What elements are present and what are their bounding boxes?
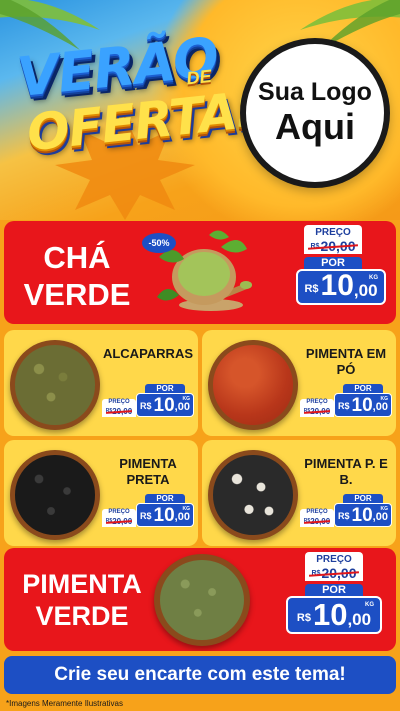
- por-label: POR: [343, 384, 383, 393]
- price-tag: PREÇO R$ 20,00 POR R$ 10 ,00 KG: [102, 494, 194, 527]
- hero-banner: VERÃO DE OFERTAS Sua Logo Aqui: [0, 0, 400, 220]
- por-label: POR: [145, 384, 185, 393]
- green-pepper-image: [159, 559, 245, 641]
- new-price-cents: ,00: [353, 281, 378, 300]
- old-price: R$ 20,00: [304, 238, 362, 254]
- product-card-pimenta-em-po[interactable]: PIMENTA EM PÓ PREÇO R$ 20,00 POR R$ 10 ,…: [202, 330, 396, 436]
- new-price-currency: R$: [338, 401, 350, 411]
- old-price-block: PREÇO R$ 20,00: [300, 509, 334, 527]
- featured-product-cha-verde[interactable]: CHÁ VERDE -50% PREÇO R$ 20,00 POR R$ 10 …: [4, 221, 396, 324]
- new-price-currency: R$: [304, 283, 319, 295]
- new-price: R$ 10 ,00 KG: [296, 269, 386, 305]
- new-price: R$ 10 ,00 KG: [136, 503, 194, 527]
- product-bowl: [10, 340, 100, 430]
- new-price-cents: ,00: [174, 401, 190, 413]
- old-price: R$ 20,00: [305, 565, 363, 581]
- kg-unit: KG: [182, 396, 191, 402]
- old-price: R$ 20,00: [300, 515, 334, 527]
- new-price: R$ 10 ,00 KG: [136, 393, 194, 417]
- new-price-currency: R$: [338, 511, 350, 521]
- new-price-currency: R$: [140, 511, 152, 521]
- old-price-block: PREÇO R$ 20,00: [300, 399, 334, 417]
- new-price-cents: ,00: [347, 610, 372, 629]
- mixed-pepper-image: [213, 455, 293, 535]
- price-tag: PREÇO R$ 20,00 POR R$ 10 ,00 KG: [102, 384, 194, 417]
- old-price: R$ 20,00: [102, 515, 136, 527]
- new-price-block: POR R$ 10 ,00 KG: [334, 494, 392, 527]
- product-bowl: [208, 450, 298, 540]
- create-flyer-cta-button[interactable]: Crie seu encarte com este tema!: [4, 656, 396, 694]
- product-card-pimenta-preta[interactable]: PIMENTA PRETA PREÇO R$ 20,00 POR R$ 10 ,…: [4, 440, 198, 546]
- new-price-integer: 10: [351, 505, 373, 526]
- new-price: R$ 10 ,00 KG: [334, 503, 392, 527]
- new-price: R$ 10 ,00 KG: [286, 596, 382, 634]
- price-tag: PREÇO R$ 20,00 POR R$ 10 ,00 KG: [300, 384, 392, 417]
- product-bowl: [208, 340, 298, 430]
- product-name: PIMENTA VERDE: [12, 568, 152, 633]
- campaign-title: VERÃO DE OFERTAS: [14, 25, 274, 200]
- price-tag: PREÇO R$ 20,00 POR R$ 10 ,00 KG: [300, 494, 392, 527]
- discount-badge: -50%: [142, 233, 176, 253]
- new-price-integer: 10: [153, 395, 175, 416]
- new-price-integer: 10: [351, 395, 373, 416]
- kg-unit: KG: [380, 396, 389, 402]
- new-price-integer: 10: [320, 269, 354, 302]
- product-name: CHÁ VERDE: [12, 239, 142, 313]
- old-price-block: PREÇO R$ 20,00: [102, 399, 136, 417]
- new-price-currency: R$: [296, 612, 311, 624]
- capers-image: [15, 345, 95, 425]
- product-name: PIMENTA PRETA: [119, 456, 177, 487]
- logo-text-line-1: Sua Logo: [258, 78, 372, 107]
- new-price-integer: 10: [153, 505, 175, 526]
- old-price: R$ 20,00: [300, 405, 334, 417]
- new-price-integer: 10: [312, 597, 348, 632]
- product-name-line-2: VERDE: [35, 601, 129, 632]
- product-name-line-1: CHÁ: [43, 240, 111, 275]
- product-name-line-2: VERDE: [23, 277, 131, 313]
- price-tag: PREÇO R$ 20,00 POR R$ 10 ,00 KG: [286, 552, 382, 634]
- new-price-block: POR R$ 10 ,00 KG: [136, 384, 194, 417]
- old-price: R$ 20,00: [102, 405, 136, 417]
- title-de: DE: [185, 66, 213, 89]
- kg-unit: KG: [369, 275, 378, 281]
- logo-text-line-2: Aqui: [275, 105, 355, 147]
- product-bowl: [10, 450, 100, 540]
- chili-powder-image: [213, 345, 293, 425]
- new-price-cents: ,00: [372, 401, 388, 413]
- product-name: PIMENTA P. E B.: [304, 456, 388, 487]
- product-bowl: [154, 554, 250, 646]
- black-pepper-image: [15, 455, 95, 535]
- product-name: PIMENTA EM PÓ: [305, 346, 387, 377]
- por-label: POR: [145, 494, 185, 503]
- new-price-block: POR R$ 10 ,00 KG: [334, 384, 392, 417]
- kg-unit: KG: [182, 506, 191, 512]
- old-price-block: PREÇO R$ 20,00: [102, 509, 136, 527]
- product-name-line-1: PIMENTA: [22, 569, 142, 599]
- price-tag: PREÇO R$ 20,00 POR R$ 10 ,00 KG: [296, 225, 386, 305]
- kg-unit: KG: [380, 506, 389, 512]
- featured-product-pimenta-verde[interactable]: PIMENTA VERDE PREÇO R$ 20,00 POR R$ 10 ,…: [4, 548, 396, 651]
- por-label: POR: [304, 257, 362, 269]
- new-price-cents: ,00: [372, 511, 388, 523]
- kg-unit: KG: [365, 602, 374, 608]
- new-price-cents: ,00: [174, 511, 190, 523]
- disclaimer-text: *Imagens Meramente Ilustrativas: [6, 699, 123, 708]
- new-price-block: POR R$ 10 ,00 KG: [136, 494, 194, 527]
- product-card-pimenta-p-e-b[interactable]: PIMENTA P. E B. PREÇO R$ 20,00 POR R$ 10…: [202, 440, 396, 546]
- new-price-currency: R$: [140, 401, 152, 411]
- preco-label: PREÇO: [304, 225, 362, 238]
- product-name: ALCAPARRAS: [102, 346, 194, 361]
- por-label: POR: [343, 494, 383, 503]
- new-price: R$ 10 ,00 KG: [334, 393, 392, 417]
- preco-label: PREÇO: [305, 552, 363, 565]
- product-card-alcaparras[interactable]: ALCAPARRAS PREÇO R$ 20,00 POR R$ 10 ,00 …: [4, 330, 198, 436]
- logo-placeholder[interactable]: Sua Logo Aqui: [240, 38, 390, 188]
- por-label: POR: [305, 584, 363, 596]
